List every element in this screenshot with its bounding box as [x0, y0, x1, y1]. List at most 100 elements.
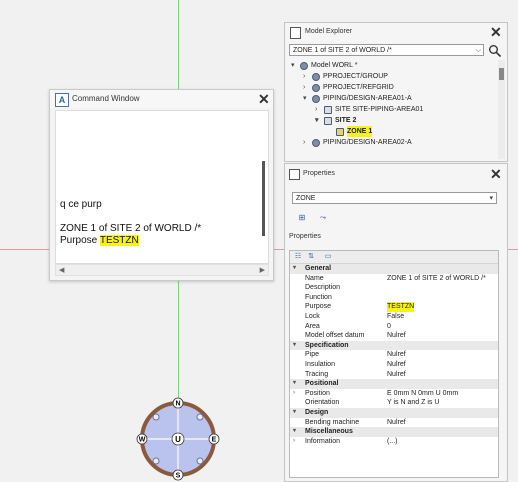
model-explorer-icon — [290, 27, 301, 39]
categorized-icon[interactable]: ☷ — [293, 252, 303, 262]
tab-properties[interactable]: Properties — [289, 233, 321, 240]
expand-icon[interactable]: ▾ — [315, 115, 323, 126]
property-name: Description — [305, 284, 341, 292]
property-name: Function — [305, 293, 332, 301]
property-value[interactable]: (...) — [387, 437, 398, 447]
property-grid-toolbar: ☷ ⇅ ▭ — [290, 251, 498, 264]
property-row[interactable]: › Position E 0mm N 0mm U 0mm — [290, 389, 498, 399]
close-model-explorer-icon[interactable]: ✕ — [490, 25, 502, 39]
property-name: Lock — [305, 313, 320, 320]
purpose-value: TESTZN — [99, 235, 139, 246]
compass-e-label: E — [212, 437, 217, 444]
navigation-compass[interactable]: N S E W U — [136, 397, 220, 481]
model-explorer-panel: Model Explorer ✕ ZONE 1 of SITE 2 of WOR… — [284, 22, 508, 162]
command-window: A Command Window ✕ q ce purp ZONE 1 of S… — [49, 89, 274, 281]
property-row[interactable]: Pipe Nulref — [290, 350, 498, 360]
property-value[interactable]: Nulref — [387, 370, 406, 380]
command-output[interactable]: q ce purp ZONE 1 of SITE 2 of WORLD /* P… — [55, 110, 269, 264]
property-pages-icon[interactable]: ▭ — [323, 252, 333, 262]
tree-node-label: SITE 2 — [335, 117, 357, 124]
property-name: Tracing — [305, 370, 329, 378]
tree-node-label: ZONE 1 — [347, 126, 373, 137]
category-label: Miscellaneous — [305, 428, 353, 436]
property-row[interactable]: Function — [290, 293, 498, 303]
property-row[interactable]: Purpose TESTZN — [290, 302, 498, 312]
model-explorer-titlebar[interactable]: Model Explorer ✕ — [285, 23, 507, 41]
command-line-query: q ce purp — [60, 199, 102, 210]
property-row[interactable]: Orientation Y is N and Z is U — [290, 398, 498, 408]
expand-icon[interactable]: ▾ — [293, 427, 296, 437]
property-name: Position — [305, 389, 330, 397]
zone-icon — [336, 128, 344, 136]
property-row[interactable]: Insulation Nulref — [290, 360, 498, 370]
property-row[interactable]: Bending machine Nulref — [290, 418, 498, 428]
attributes-button[interactable]: ⊞ — [296, 212, 308, 224]
expand-icon[interactable]: › — [303, 137, 311, 148]
model-explorer-selector[interactable]: ZONE 1 of SITE 2 of WORLD /* ⌵ — [289, 44, 484, 56]
property-value[interactable]: Nulref — [387, 350, 406, 360]
property-row[interactable]: Tracing Nulref — [290, 370, 498, 380]
property-category[interactable]: ▾ Miscellaneous — [290, 427, 498, 437]
expand-icon[interactable]: ▾ — [291, 60, 299, 71]
site-icon — [312, 139, 320, 147]
scroll-right-icon[interactable]: ▶ — [260, 266, 265, 274]
close-command-window-icon[interactable]: ✕ — [258, 92, 270, 106]
properties-title: Properties — [303, 170, 335, 177]
properties-panel: Properties ✕ ZONE ▾ ⊞ ⤳ Properties ☷ ⇅ ▭… — [284, 163, 508, 482]
property-name: Area — [305, 322, 320, 330]
compass-s-label: S — [176, 473, 181, 480]
model-tree: ▾ Model WORL * › PPROJECT/GROUP › PPROJE… — [287, 60, 495, 160]
close-properties-icon[interactable]: ✕ — [490, 167, 502, 181]
pick-element-button[interactable]: ⤳ — [317, 212, 329, 224]
property-category[interactable]: ▾ Design — [290, 408, 498, 418]
chevron-down-icon[interactable]: ▾ — [489, 193, 493, 205]
property-name: Information — [305, 437, 341, 445]
expand-icon[interactable]: › — [303, 82, 311, 93]
scrollbar-thumb[interactable] — [499, 68, 504, 80]
property-row[interactable]: › Information (...) — [290, 437, 498, 447]
site-icon — [324, 117, 332, 125]
property-name: Name — [305, 274, 324, 282]
expand-icon[interactable]: ▾ — [303, 93, 311, 104]
property-value[interactable]: ZONE 1 of SITE 2 of WORLD /* — [387, 274, 486, 284]
expand-icon[interactable]: ▾ — [293, 408, 296, 418]
properties-titlebar[interactable]: Properties ✕ — [285, 164, 507, 182]
property-value[interactable]: Nulref — [387, 360, 406, 370]
property-category[interactable]: ▾ General — [290, 264, 498, 274]
chevron-down-icon[interactable]: ⌵ — [476, 45, 481, 57]
expand-icon[interactable]: › — [315, 104, 323, 115]
property-value[interactable]: TESTZN — [387, 302, 415, 312]
world-icon — [300, 62, 308, 70]
property-value[interactable]: Y is N and Z is U — [387, 398, 439, 408]
property-name: Orientation — [305, 399, 340, 407]
property-row[interactable]: Model offset datum Nulref — [290, 331, 498, 341]
model-explorer-scrollbar[interactable] — [498, 60, 505, 159]
command-vertical-scrollbar[interactable] — [262, 161, 265, 236]
property-value[interactable]: E 0mm N 0mm U 0mm — [387, 389, 458, 399]
command-line-purpose: Purpose TESTZN — [60, 235, 139, 246]
element-type-selector[interactable]: ZONE ▾ — [292, 192, 497, 204]
search-icon[interactable] — [488, 44, 502, 58]
sort-alpha-icon[interactable]: ⇅ — [306, 252, 316, 262]
expand-icon[interactable]: › — [293, 437, 295, 447]
property-value[interactable]: False — [387, 312, 404, 322]
property-category[interactable]: ▾ Specification — [290, 340, 498, 351]
property-value[interactable]: Nulref — [387, 331, 406, 341]
expand-icon[interactable]: ▾ — [293, 341, 296, 351]
property-value[interactable]: 0 — [387, 322, 391, 332]
property-row[interactable]: Area 0 — [290, 322, 498, 332]
property-value[interactable]: Nulref — [387, 418, 406, 428]
command-window-icon: A — [55, 93, 69, 107]
expand-icon[interactable]: ▾ — [293, 264, 296, 274]
expand-icon[interactable]: ▾ — [293, 379, 296, 389]
command-window-titlebar[interactable]: A Command Window ✕ — [50, 90, 273, 108]
command-line-result: ZONE 1 of SITE 2 of WORLD /* — [60, 223, 202, 234]
property-row[interactable]: Lock False — [290, 312, 498, 322]
expand-icon[interactable]: › — [293, 389, 295, 399]
scroll-left-icon[interactable]: ◀ — [59, 266, 64, 274]
property-row[interactable]: Name ZONE 1 of SITE 2 of WORLD /* — [290, 274, 498, 284]
command-horizontal-scrollbar[interactable]: ◀ ▶ — [55, 264, 269, 276]
property-row[interactable]: Description — [290, 283, 498, 293]
expand-icon[interactable]: › — [303, 71, 311, 82]
property-category[interactable]: ▾ Positional — [290, 379, 498, 389]
